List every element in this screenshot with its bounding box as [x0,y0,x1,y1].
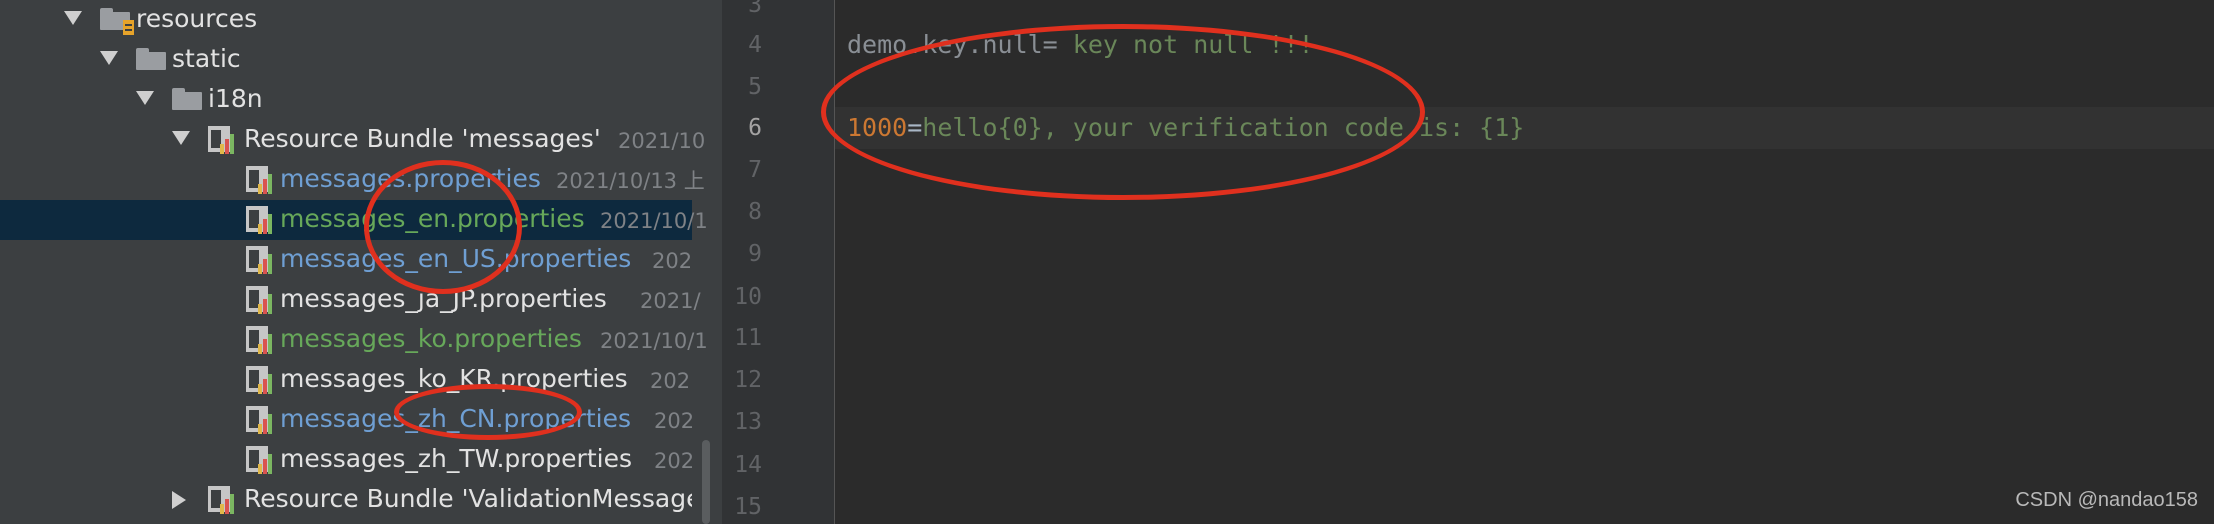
code-line-4[interactable]: demo.key.null= key not null !!! [847,30,1314,60]
tree-item-label: Resource Bundle 'ValidationMessages' [244,484,692,513]
tree-item-date: 2021/10/1 [600,329,708,353]
properties-file-icon [246,286,272,314]
property-equals: = [907,113,923,142]
properties-file-icon [246,446,272,474]
tree-item-label: messages_en_US.properties [280,244,632,273]
tree-item-messages-ko-kr-properties[interactable]: messages_ko_KR.properties 202 [0,360,692,400]
line-number: 9 [748,241,762,267]
tree-item-messages-ja-jp-properties[interactable]: messages_ja_JP.properties 2021/ [0,280,701,320]
code-editor[interactable]: demo.key.null= key not null !!! 1000=hel… [821,0,2214,524]
property-value: hello{0}, your verification code is: {1} [922,113,1525,142]
tree-item-i18n[interactable]: i18n [0,80,692,120]
properties-file-icon [246,246,272,274]
chevron-down-icon[interactable] [172,131,190,145]
tree-scrollbar[interactable] [702,440,710,524]
tree-item-label: messages_ko.properties [280,324,582,353]
tree-item-label: messages_ko_KR.properties [280,364,628,393]
tree-item-label: messages.properties [280,164,541,193]
tree-item-resource-bundle-messages[interactable]: Resource Bundle 'messages' 2021/10 [0,120,705,160]
folder-icon [172,88,202,110]
folder-icon [136,48,166,70]
tree-item-messages-ko-properties[interactable]: messages_ko.properties 2021/10/1 [0,320,708,360]
tree-item-label: i18n [208,84,263,113]
property-value: key not null !!! [1057,30,1314,59]
resource-bundle-icon [208,126,234,154]
tree-item-label: Resource Bundle 'messages' [244,124,601,153]
tree-item-resource-bundle-validationmessages[interactable]: Resource Bundle 'ValidationMessages' [0,480,692,520]
code-line-6[interactable]: 1000=hello{0}, your verification code is… [847,113,1524,143]
properties-file-icon [246,406,272,434]
line-number-current: 6 [748,115,762,141]
line-number: 3 [748,0,762,18]
property-key: 1000 [847,113,908,142]
tree-item-label: messages_en.properties [280,204,585,233]
line-number: 10 [734,284,762,310]
properties-file-icon [246,206,272,234]
line-number: 14 [734,452,762,478]
chevron-right-icon[interactable] [172,491,186,509]
tree-item-messages-en-properties[interactable]: messages_en.properties 2021/10/1 [0,200,708,240]
chevron-down-icon[interactable] [100,51,118,65]
properties-file-icon [246,326,272,354]
watermark: CSDN @nandao158 [2015,489,2198,511]
resources-folder-icon [100,8,134,35]
properties-file-icon [246,366,272,394]
editor-gutter: 3 4 5 6 7 8 9 10 11 12 13 14 15 [722,0,835,524]
tree-item-label: messages_zh_TW.properties [280,444,632,473]
property-equals: = [1042,30,1058,59]
tree-item-date: 2021/10 [618,129,706,153]
tree-item-messages-zh-cn-properties[interactable]: messages_zh_CN.properties 202 [0,400,695,440]
tree-item-label: messages_zh_CN.properties [280,404,632,433]
tree-item-date: 202 [652,249,693,273]
line-number: 12 [734,367,762,393]
line-number: 13 [734,409,762,435]
tree-item-date: 202 [650,369,691,393]
tree-item-date: 2021/10/1 [600,209,708,233]
line-number: 8 [748,199,762,225]
tree-item-date: 2021/10/13 上 [556,169,705,193]
tree-item-label: resources [136,4,258,33]
line-number: 4 [748,32,762,58]
properties-file-icon [246,166,272,194]
chevron-down-icon[interactable] [64,11,82,25]
property-key: demo.key.null [847,30,1043,59]
line-number: 7 [748,157,762,183]
tree-item-date: 2021/ [640,289,701,313]
tree-item-static[interactable]: static [0,40,692,80]
resource-bundle-icon [208,486,234,514]
tree-item-label: static [172,44,241,73]
project-tree: resources static i18n Resource Bundle 'm… [0,0,722,524]
tree-item-messages-zh-tw-properties[interactable]: messages_zh_TW.properties 202 [0,440,695,480]
tree-item-date: 202 [654,449,695,473]
line-number: 11 [734,325,762,351]
chevron-down-icon[interactable] [136,91,154,105]
tree-item-messages-properties[interactable]: messages.properties 2021/10/13 上 [0,160,705,200]
tree-item-resources[interactable]: resources [0,0,692,40]
line-number: 5 [748,74,762,100]
tree-item-date: 202 [654,409,695,433]
line-number: 15 [734,494,762,520]
tree-item-messages-en-us-properties[interactable]: messages_en_US.properties 202 [0,240,692,280]
tree-item-label: messages_ja_JP.properties [280,284,607,313]
